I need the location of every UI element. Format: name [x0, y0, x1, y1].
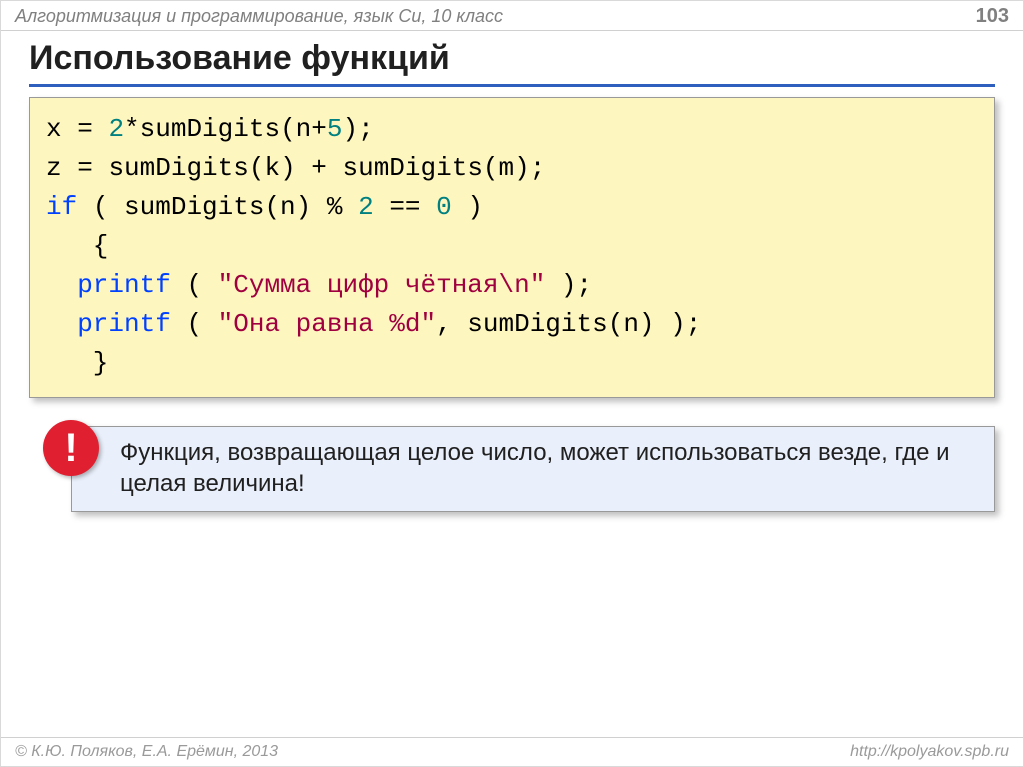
- footer-right: http://kpolyakov.spb.ru: [850, 743, 1009, 761]
- header-left: Алгоритмизация и программирование, язык …: [15, 6, 503, 27]
- slide: Алгоритмизация и программирование, язык …: [0, 0, 1024, 767]
- slide-title: Использование функций: [1, 31, 1023, 84]
- footer-left: © К.Ю. Поляков, Е.А. Ерёмин, 2013: [15, 743, 278, 761]
- code-block-wrap: x = 2*sumDigits(n+5); z = sumDigits(k) +…: [29, 97, 995, 398]
- title-rule: [29, 84, 995, 87]
- exclamation-icon: !: [43, 420, 99, 476]
- note-wrap: ! Функция, возвращающая целое число, мож…: [71, 426, 995, 512]
- slide-footer: © К.Ю. Поляков, Е.А. Ерёмин, 2013 http:/…: [1, 737, 1023, 766]
- note-text: Функция, возвращающая целое число, может…: [120, 439, 950, 497]
- note-box: Функция, возвращающая целое число, может…: [71, 426, 995, 512]
- code-text: x = 2*sumDigits(n+5); z = sumDigits(k) +…: [46, 114, 701, 378]
- code-block: x = 2*sumDigits(n+5); z = sumDigits(k) +…: [29, 97, 995, 398]
- page-number: 103: [976, 5, 1009, 28]
- slide-header: Алгоритмизация и программирование, язык …: [1, 1, 1023, 31]
